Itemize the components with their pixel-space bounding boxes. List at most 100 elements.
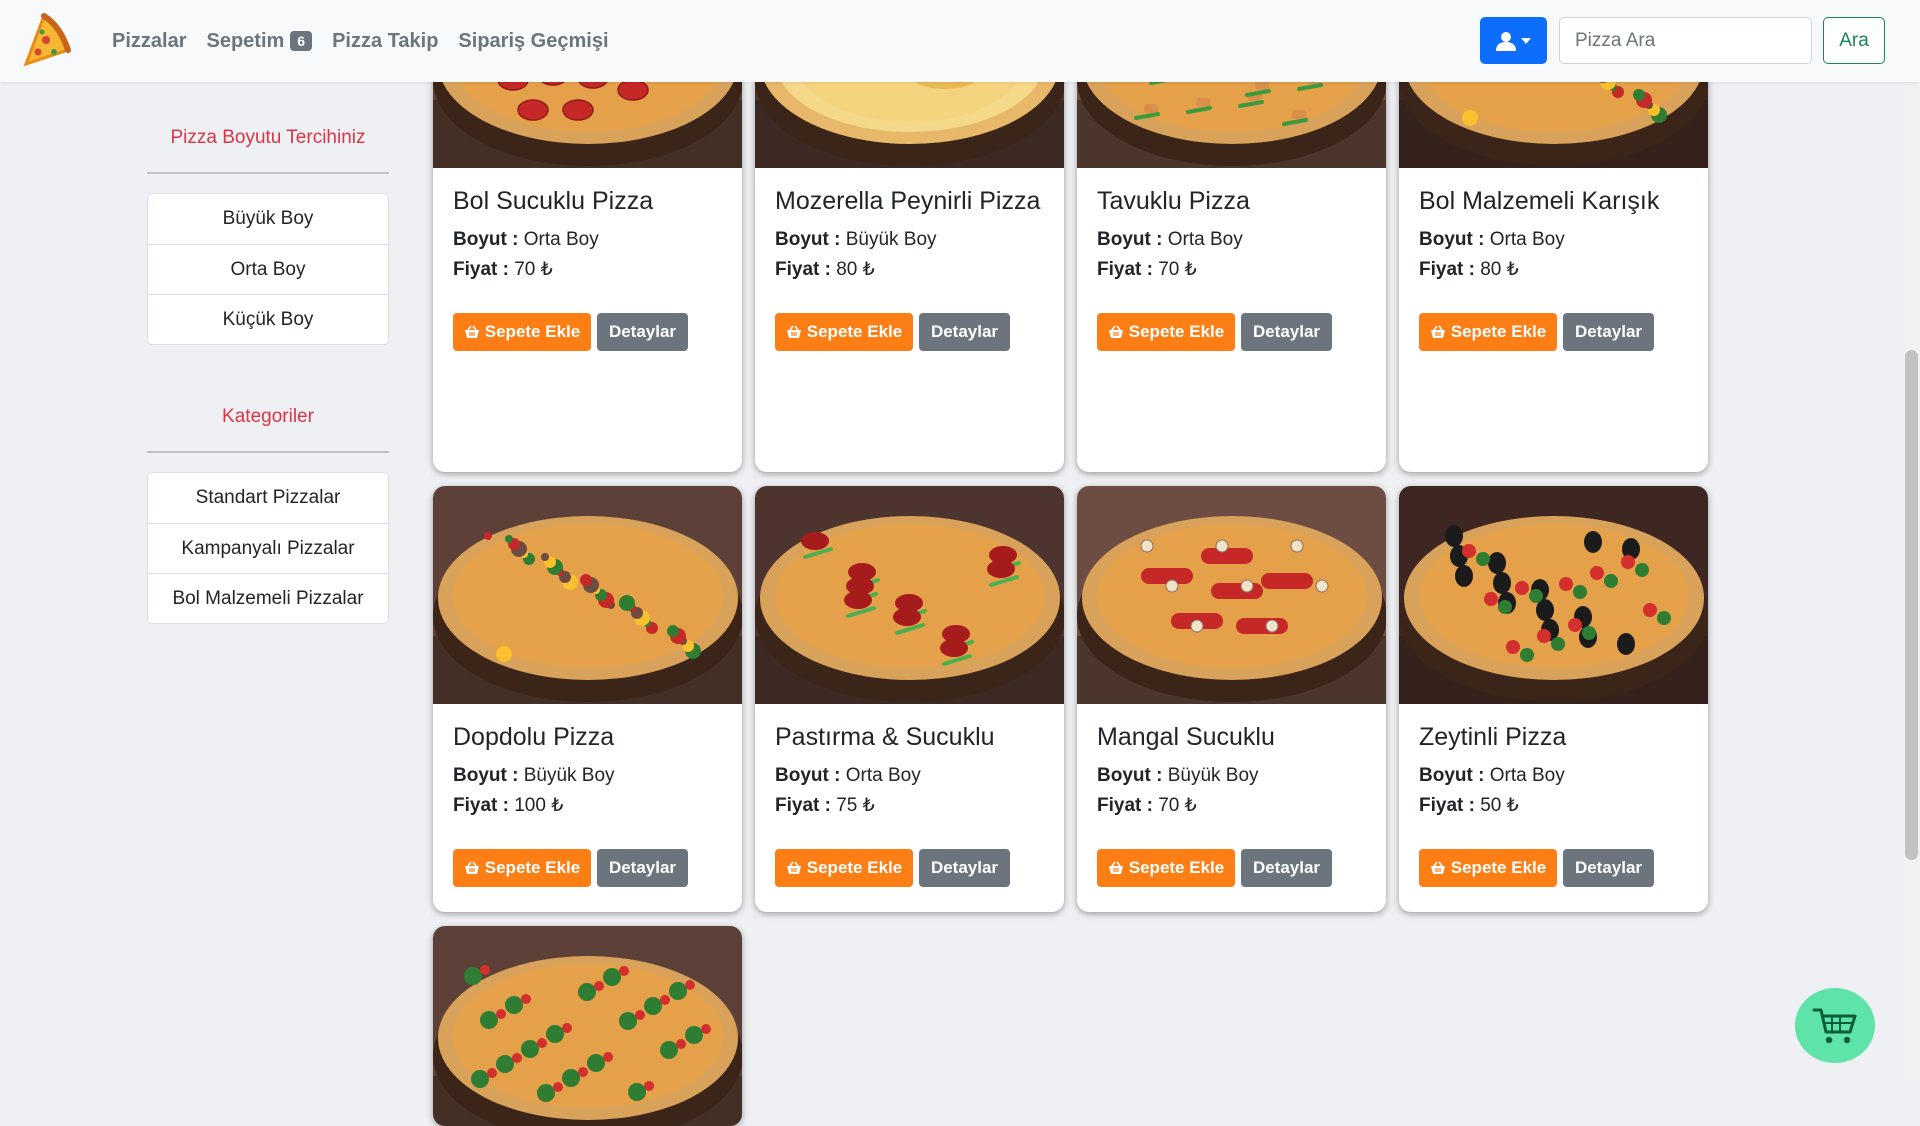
- add-to-cart-button[interactable]: Sepete Ekle: [1097, 849, 1235, 887]
- pizza-price: 50 ₺: [1480, 795, 1519, 816]
- card-body: Bol Sucuklu Pizza Boyut : Orta Boy Fiyat…: [433, 168, 742, 472]
- size-label: Boyut :: [775, 765, 841, 786]
- nav-pizza-takip-label: Pizza Takip: [332, 29, 439, 52]
- pizza-card: Mangal Sucuklu Boyut : Büyük Boy Fiyat :…: [1077, 486, 1386, 912]
- details-button[interactable]: Detaylar: [1241, 849, 1332, 887]
- search-button[interactable]: Ara: [1823, 17, 1885, 64]
- details-button[interactable]: Detaylar: [919, 313, 1010, 351]
- nav-siparis-gecmisi-label: Sipariş Geçmişi: [458, 29, 609, 52]
- add-to-cart-button[interactable]: Sepete Ekle: [453, 849, 591, 887]
- pizza-size-row: Boyut : Orta Boy: [775, 765, 921, 787]
- size-item-orta[interactable]: Orta Boy: [148, 244, 388, 294]
- search-input[interactable]: [1559, 17, 1812, 64]
- floating-cart-button[interactable]: [1795, 988, 1875, 1063]
- size-label: Boyut :: [453, 229, 519, 250]
- pizza-image: [1399, 486, 1708, 704]
- add-to-cart-label: Sepete Ekle: [1128, 322, 1225, 341]
- pizza-size: Büyük Boy: [845, 229, 937, 250]
- basket-icon: [464, 325, 479, 338]
- size-label: Boyut :: [775, 229, 841, 250]
- pizza-price: 75 ₺: [836, 795, 875, 816]
- category-item-kampanyali[interactable]: Kampanyalı Pizzalar: [148, 523, 388, 573]
- nav-pizzalar-label: Pizzalar: [112, 29, 187, 52]
- add-to-cart-button[interactable]: Sepete Ekle: [775, 313, 913, 351]
- price-label: Fiyat :: [1097, 259, 1153, 280]
- pizza-size-row: Boyut : Büyük Boy: [453, 765, 615, 787]
- card-body: Mangal Sucuklu Boyut : Büyük Boy Fiyat :…: [1077, 704, 1386, 912]
- pizza-size: Orta Boy: [1489, 765, 1565, 786]
- pizza-price: 80 ₺: [1480, 259, 1519, 280]
- size-list: Büyük Boy Orta Boy Küçük Boy: [147, 193, 389, 345]
- pizza-price-row: Fiyat : 75 ₺: [775, 794, 875, 817]
- basket-icon: [786, 861, 801, 874]
- size-label: Boyut :: [1419, 229, 1485, 250]
- card-body: Bol Malzemeli Karışık Boyut : Orta Boy F…: [1399, 168, 1708, 472]
- pizza-card: Pastırma & Sucuklu Boyut : Orta Boy Fiya…: [755, 486, 1064, 912]
- size-item-kucuk[interactable]: Küçük Boy: [148, 294, 388, 344]
- pizza-name: Zeytinli Pizza: [1419, 723, 1567, 751]
- pizza-price: 70 ₺: [1158, 259, 1197, 280]
- pizza-size: Orta Boy: [523, 229, 599, 250]
- card-image[interactable]: [433, 486, 742, 704]
- pizza-price-row: Fiyat : 50 ₺: [1419, 794, 1519, 817]
- nav-pizza-takip[interactable]: Pizza Takip: [332, 30, 438, 53]
- card-image[interactable]: [755, 486, 1064, 704]
- card-image[interactable]: [1077, 486, 1386, 704]
- card-body: Tavuklu Pizza Boyut : Orta Boy Fiyat : 7…: [1077, 168, 1386, 472]
- price-label: Fiyat :: [453, 795, 509, 816]
- category-item-bol-malzemeli[interactable]: Bol Malzemeli Pizzalar: [148, 573, 388, 623]
- card-body: Zeytinli Pizza Boyut : Orta Boy Fiyat : …: [1399, 704, 1708, 912]
- card-body: Pastırma & Sucuklu Boyut : Orta Boy Fiya…: [755, 704, 1064, 912]
- pizza-size-row: Boyut : Orta Boy: [453, 229, 599, 251]
- add-to-cart-button[interactable]: Sepete Ekle: [1419, 849, 1557, 887]
- size-label: Boyut :: [1419, 765, 1485, 786]
- price-label: Fiyat :: [775, 795, 831, 816]
- nav-siparis-gecmisi[interactable]: Sipariş Geçmişi: [458, 30, 608, 53]
- basket-icon: [1108, 861, 1123, 874]
- add-to-cart-button[interactable]: Sepete Ekle: [775, 849, 913, 887]
- price-label: Fiyat :: [1097, 795, 1153, 816]
- details-button[interactable]: Detaylar: [597, 313, 688, 351]
- basket-icon: [1430, 861, 1445, 874]
- scrollbar-thumb[interactable]: [1905, 350, 1918, 860]
- pizza-size-row: Boyut : Orta Boy: [1419, 229, 1565, 251]
- details-button[interactable]: Detaylar: [597, 849, 688, 887]
- category-item-standart[interactable]: Standart Pizzalar: [148, 473, 388, 523]
- pizza-card: Dopdolu Pizza Boyut : Büyük Boy Fiyat : …: [433, 486, 742, 912]
- pizza-name: Dopdolu Pizza: [453, 723, 615, 751]
- details-button[interactable]: Detaylar: [919, 849, 1010, 887]
- details-button[interactable]: Detaylar: [1563, 849, 1654, 887]
- add-to-cart-label: Sepete Ekle: [1450, 322, 1547, 341]
- card-image[interactable]: [1399, 486, 1708, 704]
- size-item-buyuk[interactable]: Büyük Boy: [148, 194, 388, 244]
- pizza-image: [755, 486, 1064, 704]
- add-to-cart-button[interactable]: Sepete Ekle: [453, 313, 591, 351]
- pizza-name: Bol Sucuklu Pizza: [453, 187, 654, 215]
- nav-pizzalar[interactable]: Pizzalar: [112, 30, 186, 53]
- price-label: Fiyat :: [453, 259, 509, 280]
- add-to-cart-label: Sepete Ekle: [806, 858, 903, 877]
- pizza-price: 70 ₺: [1158, 795, 1197, 816]
- pizza-logo-icon[interactable]: [20, 12, 72, 70]
- pizza-size-row: Boyut : Büyük Boy: [775, 229, 937, 251]
- pizza-image: [433, 926, 742, 1126]
- add-to-cart-label: Sepete Ekle: [806, 322, 903, 341]
- size-label: Boyut :: [1097, 765, 1163, 786]
- cart-icon: [1812, 1008, 1857, 1043]
- pizza-image: [433, 486, 742, 704]
- pizza-size: Büyük Boy: [523, 765, 615, 786]
- details-button[interactable]: Detaylar: [1241, 313, 1332, 351]
- nav-sepetim[interactable]: Sepetim 6: [206, 30, 313, 53]
- pizza-name: Mozerella Peynirli Pizza: [775, 187, 1041, 215]
- card-image[interactable]: [433, 926, 742, 1126]
- user-menu-button[interactable]: [1480, 17, 1547, 64]
- pizza-card: Zeytinli Pizza Boyut : Orta Boy Fiyat : …: [1399, 486, 1708, 912]
- add-to-cart-button[interactable]: Sepete Ekle: [1097, 313, 1235, 351]
- pizza-name: Bol Malzemeli Karışık: [1419, 187, 1660, 215]
- add-to-cart-button[interactable]: Sepete Ekle: [1419, 313, 1557, 351]
- pizza-price-row: Fiyat : 80 ₺: [775, 258, 875, 281]
- pizza-name: Tavuklu Pizza: [1097, 187, 1250, 215]
- pizza-price-row: Fiyat : 80 ₺: [1419, 258, 1519, 281]
- price-label: Fiyat :: [1419, 259, 1475, 280]
- details-button[interactable]: Detaylar: [1563, 313, 1654, 351]
